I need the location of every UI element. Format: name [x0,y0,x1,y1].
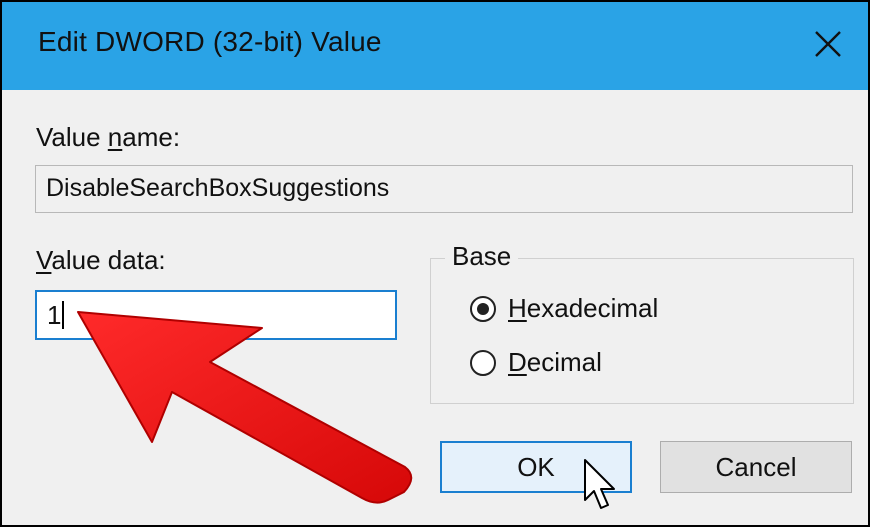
radio-hexadecimal-label: Hexadecimal [508,293,659,323]
ok-button[interactable]: OK [440,441,632,493]
radio-hexadecimal[interactable]: Hexadecimal [470,293,658,324]
value-name-field[interactable]: DisableSearchBoxSuggestions [35,165,853,213]
radio-decimal[interactable]: Decimal [470,347,602,378]
value-name-label: Value name: [36,122,181,152]
close-button[interactable] [804,20,852,68]
window-title: Edit DWORD (32-bit) Value [38,26,382,57]
value-data-input[interactable]: 1 [35,290,397,340]
text-caret [62,301,65,329]
base-groupbox: Base [430,241,854,404]
value-data-label: Value data: [36,245,166,275]
title-bar: Edit DWORD (32-bit) Value [0,0,870,90]
radio-unselected-icon [470,349,496,376]
close-icon [815,31,841,57]
radio-decimal-label: Decimal [508,347,602,377]
base-group-title: Base [445,241,519,272]
radio-selected-icon [470,295,496,322]
cancel-button[interactable]: Cancel [660,441,852,493]
